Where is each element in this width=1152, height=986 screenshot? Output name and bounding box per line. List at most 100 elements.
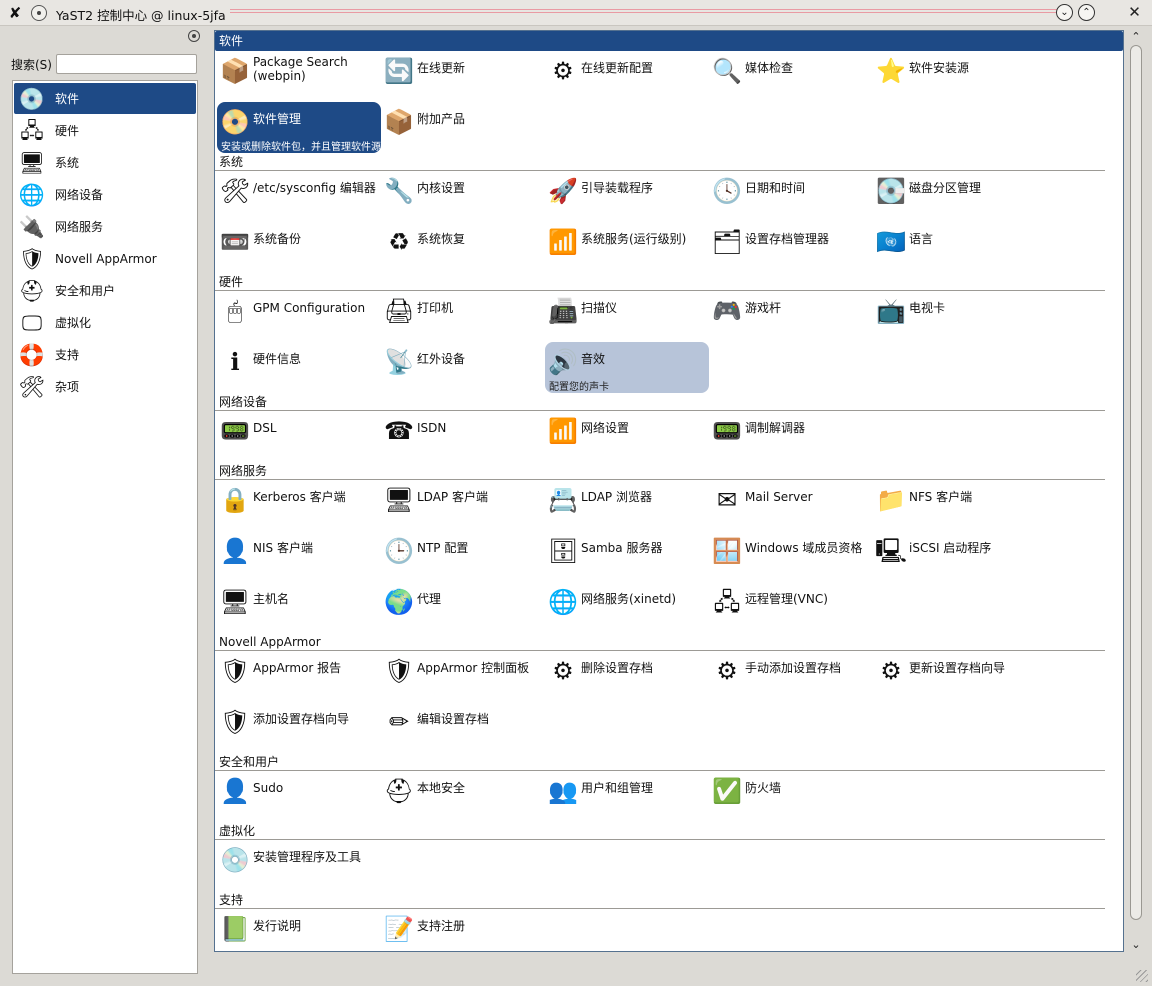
module-item[interactable]: 🖥 LDAP 客户端	[381, 480, 545, 531]
module-label: 扫描仪	[581, 301, 618, 315]
module-item[interactable]: ⭐ 软件安装源	[873, 51, 1037, 102]
module-label: 打印机	[417, 301, 454, 315]
scroll-track[interactable]	[1130, 45, 1142, 937]
module-item[interactable]: 📡 红外设备	[381, 342, 545, 393]
module-item[interactable]: 🕒 NTP 配置	[381, 531, 545, 582]
module-item[interactable]: ♻ 系统恢复	[381, 222, 545, 273]
sidebar-item[interactable]: 🛡 Novell AppArmor	[14, 243, 196, 274]
module-item[interactable]: 🔄 在线更新	[381, 51, 545, 102]
module-icon: 💿	[220, 846, 250, 874]
module-item[interactable]: 🔧 内核设置	[381, 171, 545, 222]
module-item[interactable]: 🛠/etc/sysconfig 编辑器	[217, 171, 381, 222]
module-item[interactable]: ⚙ 手动添加设置存档	[709, 651, 873, 702]
module-item[interactable]: 🚀 引导装载程序	[545, 171, 709, 222]
module-icon: ⛑	[383, 777, 415, 805]
module-item[interactable]: 📗 发行说明	[217, 909, 381, 951]
module-item[interactable]: 📼 系统备份	[217, 222, 381, 273]
category-icon: 🛠	[18, 374, 46, 399]
module-label: 硬件信息	[253, 352, 302, 366]
maximize-button[interactable]: ⌃	[1078, 4, 1095, 21]
module-label: NTP 配置	[417, 541, 469, 555]
sidebar-item[interactable]: ⛑ 安全和用户	[14, 275, 196, 306]
module-item[interactable]: 🖧 远程管理(VNC)	[709, 582, 873, 633]
dock-handle-icon[interactable]	[188, 30, 200, 42]
sidebar-item[interactable]: 🛠 杂项	[14, 371, 196, 402]
module-item[interactable]: 🔒 Kerberos 客户端	[217, 480, 381, 531]
module-item[interactable]: 🖳 iSCSI 启动程序	[873, 531, 1037, 582]
close-button[interactable]: ✕	[1126, 4, 1143, 21]
module-item[interactable]: ℹ 硬件信息	[217, 342, 381, 393]
module-item[interactable]: 🗂 设置存档管理器	[709, 222, 873, 273]
scroll-down-button[interactable]: ⌄	[1128, 938, 1144, 952]
module-item[interactable]: 🖥 主机名	[217, 582, 381, 633]
module-item[interactable]: 🇺🇳 语言	[873, 222, 1037, 273]
module-item[interactable]: 📠 扫描仪	[545, 291, 709, 342]
module-label: NFS 客户端	[909, 490, 973, 504]
module-item[interactable]: ✉ Mail Server	[709, 480, 873, 531]
module-label: NIS 客户端	[253, 541, 313, 555]
module-icon: 📦	[384, 108, 414, 136]
module-item[interactable]: 👤 Sudo	[217, 771, 381, 822]
module-label: AppArmor 控制面板	[417, 661, 530, 675]
module-item[interactable]: 🖱 GPM Configuration	[217, 291, 381, 342]
module-item[interactable]: ⚙ 删除设置存档	[545, 651, 709, 702]
yast-x-icon[interactable]: ✘	[6, 4, 24, 22]
module-label: 音效	[581, 352, 606, 366]
category-icon: 🛡	[18, 246, 46, 271]
module-label: DSL	[253, 421, 277, 435]
module-item[interactable]: 🖨 打印机	[381, 291, 545, 342]
module-item[interactable]: 📦 Package Search (webpin)	[217, 51, 381, 102]
resize-grip-icon[interactable]	[1136, 970, 1148, 982]
module-item[interactable]: 🔊 音效 配置您的声卡	[545, 342, 709, 393]
module-item[interactable]: ✏ 编辑设置存档	[381, 702, 545, 753]
sidebar-item-label: 软件	[55, 92, 80, 106]
module-item[interactable]: 📁 NFS 客户端	[873, 480, 1037, 531]
sidebar-item[interactable]: 🔌 网络服务	[14, 211, 196, 242]
module-item[interactable]: ☎ ISDN	[381, 411, 545, 462]
module-item[interactable]: 📺 电视卡	[873, 291, 1037, 342]
sidebar-item[interactable]: 🛟 支持	[14, 339, 196, 370]
module-item[interactable]: 👥 用户和组管理	[545, 771, 709, 822]
module-item[interactable]: 📶 网络设置	[545, 411, 709, 462]
minimize-button[interactable]: ⌄	[1056, 4, 1073, 21]
module-label: LDAP 浏览器	[581, 490, 652, 504]
module-item[interactable]: 🛡 AppArmor 报告	[217, 651, 381, 702]
module-label: 网络服务(xinetd)	[581, 592, 677, 606]
module-item[interactable]: ✅ 防火墙	[709, 771, 873, 822]
module-item[interactable]: 📀 软件管理 安装或删除软件包，并且管理软件源	[217, 102, 381, 153]
sidebar-item[interactable]: 🖧 硬件	[14, 115, 196, 146]
module-item[interactable]: 🌍 代理	[381, 582, 545, 633]
module-icon: ⭐	[876, 57, 906, 85]
vertical-scrollbar[interactable]: ⌃ ⌄	[1128, 30, 1144, 952]
module-item[interactable]: 🪟 Windows 域成员资格	[709, 531, 873, 582]
module-item[interactable]: 📟 调制解调器	[709, 411, 873, 462]
module-item[interactable]: ⛑ 本地安全	[381, 771, 545, 822]
sidebar-item[interactable]: 🖵 虚拟化	[14, 307, 196, 338]
search-input[interactable]	[56, 54, 197, 74]
module-item[interactable]: 💽 磁盘分区管理	[873, 171, 1037, 222]
module-item[interactable]: ⚙ 在线更新配置	[545, 51, 709, 102]
module-item[interactable]: 👤 NIS 客户端	[217, 531, 381, 582]
module-item[interactable]: 📝 支持注册	[381, 909, 545, 951]
category-icon: 💿	[18, 86, 46, 111]
scroll-up-button[interactable]: ⌃	[1128, 30, 1144, 44]
module-item[interactable]: 🔍 媒体检查	[709, 51, 873, 102]
sidebar-item[interactable]: 🖥 系统	[14, 147, 196, 178]
sidebar-item[interactable]: 💿 软件	[14, 83, 196, 114]
module-item[interactable]: 📶 系统服务(运行级别)	[545, 222, 709, 273]
module-item[interactable]: 📦 附加产品	[381, 102, 545, 153]
module-item[interactable]: 🗄 Samba 服务器	[545, 531, 709, 582]
scroll-thumb[interactable]	[1130, 45, 1142, 920]
pin-button[interactable]	[31, 5, 47, 21]
module-item[interactable]: 🛡 AppArmor 控制面板	[381, 651, 545, 702]
module-item[interactable]: 🛡 添加设置存档向导	[217, 702, 381, 753]
module-item[interactable]: 🌐 网络服务(xinetd)	[545, 582, 709, 633]
module-item[interactable]: 🕓 日期和时间	[709, 171, 873, 222]
sidebar-item[interactable]: 🌐 网络设备	[14, 179, 196, 210]
module-icon: 📦	[220, 57, 250, 85]
module-item[interactable]: 🎮 游戏杆	[709, 291, 873, 342]
module-item[interactable]: 📟 DSL	[217, 411, 381, 462]
module-item[interactable]: ⚙ 更新设置存档向导	[873, 651, 1037, 702]
module-item[interactable]: 💿 安装管理程序及工具	[217, 840, 381, 891]
module-item[interactable]: 📇 LDAP 浏览器	[545, 480, 709, 531]
